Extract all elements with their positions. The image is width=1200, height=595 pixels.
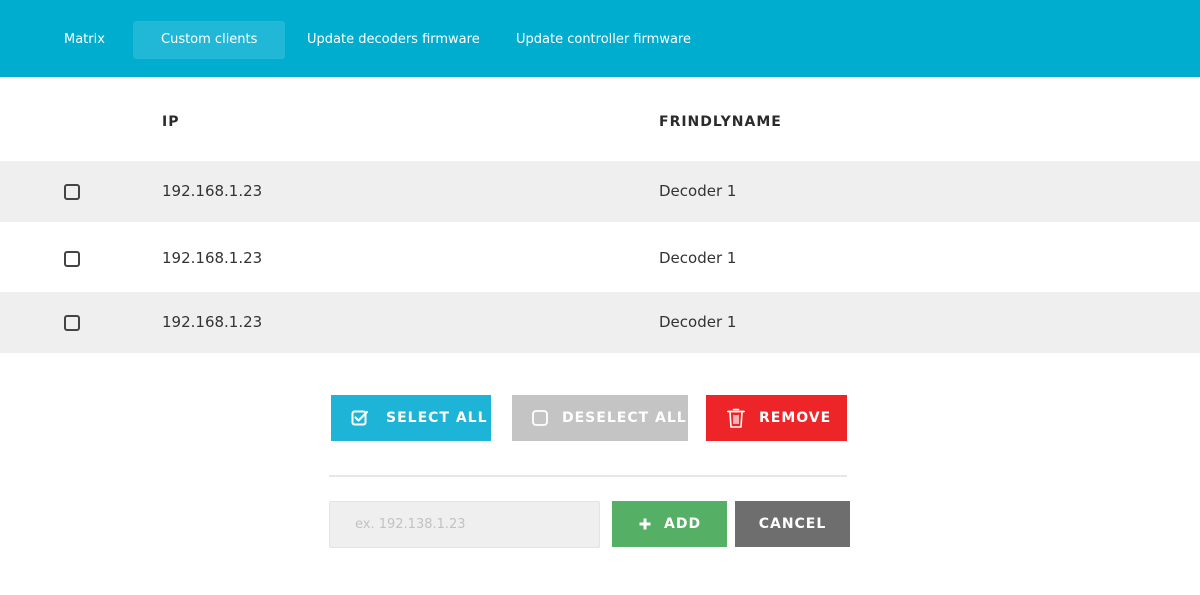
row-friendlyname: Decoder 1 [659,249,737,267]
trash-icon [727,407,745,429]
row-checkbox[interactable] [64,184,80,200]
add-label: ADD [664,516,702,532]
row-ip: 192.168.1.23 [162,182,263,200]
cancel-label: CANCEL [758,516,827,532]
row-friendlyname: Decoder 1 [659,182,737,200]
select-all-label: SELECT ALL [386,410,488,426]
ip-address-input[interactable] [329,501,600,548]
plus-icon [639,518,651,530]
row-checkbox[interactable] [64,251,80,267]
empty-checkbox-icon [532,410,548,426]
table-row: 192.168.1.23 Decoder 1 [0,292,1200,353]
table-row: 192.168.1.23 Decoder 1 [0,222,1200,292]
table-row: 192.168.1.23 Decoder 1 [0,161,1200,222]
nav-item-matrix[interactable]: Matrix [64,21,105,59]
deselect-all-label: DESELECT ALL [562,410,687,426]
remove-label: REMOVE [759,410,832,426]
row-checkbox[interactable] [64,315,80,331]
column-header-friendlyname: FRINDLYNAME [659,114,782,130]
remove-button[interactable]: REMOVE [706,395,847,441]
row-ip: 192.168.1.23 [162,313,263,331]
row-friendlyname: Decoder 1 [659,313,737,331]
nav-item-update-controller-firmware[interactable]: Update controller firmware [516,21,691,59]
row-ip: 192.168.1.23 [162,249,263,267]
top-nav-bar: Matrix Custom clients Update decoders fi… [0,0,1200,77]
checked-box-icon [351,409,369,427]
divider [329,475,847,477]
nav-item-custom-clients[interactable]: Custom clients [133,21,286,59]
column-header-ip: IP [162,114,180,130]
deselect-all-button[interactable]: DESELECT ALL [512,395,688,441]
add-button[interactable]: ADD [612,501,727,547]
cancel-button[interactable]: CANCEL [735,501,850,547]
select-all-button[interactable]: SELECT ALL [331,395,491,441]
nav-item-update-decoders-firmware[interactable]: Update decoders firmware [307,21,480,59]
